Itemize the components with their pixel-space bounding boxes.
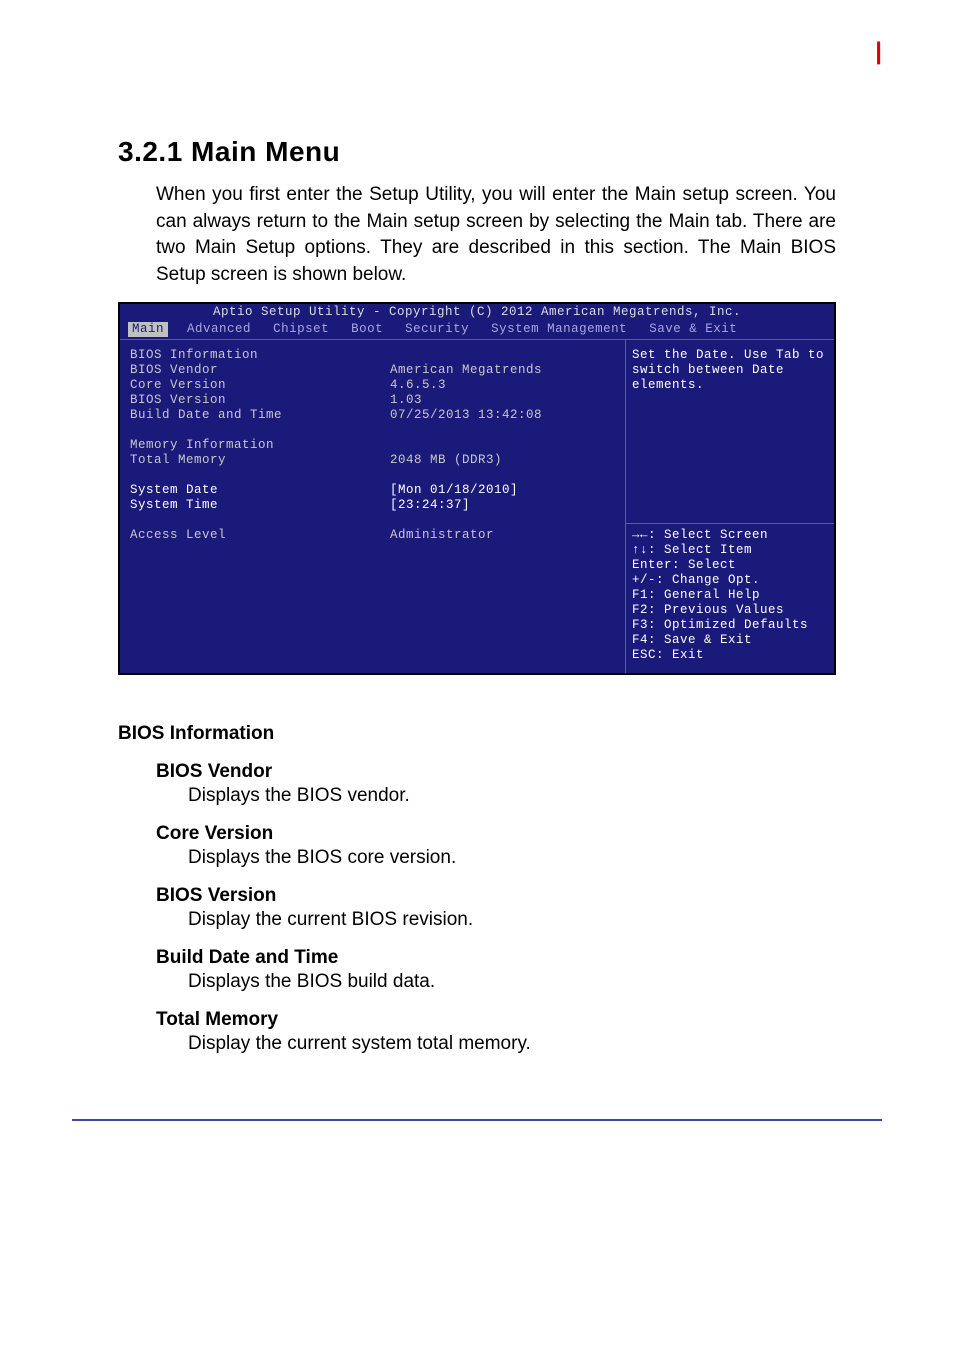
- bios-right-pane: Set the Date. Use Tab to switch between …: [626, 339, 834, 673]
- info-heading: BIOS Information: [118, 723, 954, 745]
- info-text: Display the current BIOS revision.: [188, 909, 836, 931]
- header-mark: |: [875, 38, 882, 66]
- bios-key-hint: →←: Select Screen: [632, 528, 830, 543]
- tab-security[interactable]: Security: [402, 322, 472, 337]
- info-subheading: BIOS Version: [156, 885, 954, 907]
- info-subheading: Build Date and Time: [156, 947, 954, 969]
- bios-key-hint: ↑↓: Select Item: [632, 543, 830, 558]
- tab-system-management[interactable]: System Management: [488, 322, 630, 337]
- tab-chipset[interactable]: Chipset: [270, 322, 332, 337]
- bios-value: 1.03: [390, 393, 422, 408]
- bios-key-hint: +/-: Change Opt.: [632, 573, 830, 588]
- tab-save-exit[interactable]: Save & Exit: [646, 322, 740, 337]
- bios-value: 2048 MB (DDR3): [390, 453, 502, 468]
- info-text: Display the current system total memory.: [188, 1033, 836, 1055]
- system-date-label[interactable]: System Date: [130, 483, 390, 498]
- bios-tab-bar: Main Advanced Chipset Boot Security Syst…: [120, 321, 834, 339]
- bios-key-hint: F3: Optimized Defaults: [632, 618, 830, 633]
- bios-value: 07/25/2013 13:42:08: [390, 408, 542, 423]
- bios-screenshot: Aptio Setup Utility - Copyright (C) 2012…: [118, 302, 836, 675]
- bios-key-hint: F4: Save & Exit: [632, 633, 830, 648]
- footer-rule: [72, 1119, 882, 1121]
- info-subheading: Total Memory: [156, 1009, 954, 1031]
- tab-boot[interactable]: Boot: [348, 322, 386, 337]
- bios-value: American Megatrends: [390, 363, 542, 378]
- bios-value: Administrator: [390, 528, 494, 543]
- bios-label: Build Date and Time: [130, 408, 390, 423]
- tab-main[interactable]: Main: [128, 322, 168, 337]
- bios-body: BIOS Information BIOS VendorAmerican Meg…: [120, 339, 834, 673]
- bios-label: Access Level: [130, 528, 390, 543]
- info-subheading: Core Version: [156, 823, 954, 845]
- bios-group-title: Memory Information: [130, 438, 390, 453]
- info-subheading: BIOS Vendor: [156, 761, 954, 783]
- info-text: Displays the BIOS core version.: [188, 847, 836, 869]
- bios-right-divider: [626, 523, 834, 524]
- bios-key-hint: ESC: Exit: [632, 648, 830, 663]
- info-text: Displays the BIOS vendor.: [188, 785, 836, 807]
- bios-key-hint: Enter: Select: [632, 558, 830, 573]
- header-region: |: [0, 0, 954, 60]
- info-text: Displays the BIOS build data.: [188, 971, 836, 993]
- intro-paragraph: When you first enter the Setup Utility, …: [156, 182, 836, 288]
- bios-value: 4.6.5.3: [390, 378, 446, 393]
- bios-group-title: BIOS Information: [130, 348, 390, 363]
- system-date-value[interactable]: [Mon 01/18/2010]: [390, 483, 518, 498]
- tab-advanced[interactable]: Advanced: [184, 322, 254, 337]
- bios-help-text: Set the Date. Use Tab to switch between …: [632, 348, 830, 393]
- bios-label: Total Memory: [130, 453, 390, 468]
- bios-label: BIOS Version: [130, 393, 390, 408]
- bios-label: BIOS Vendor: [130, 363, 390, 378]
- page: | 3.2.1 Main Menu When you first enter t…: [0, 0, 954, 1121]
- bios-key-hint: F2: Previous Values: [632, 603, 830, 618]
- bios-title-bar: Aptio Setup Utility - Copyright (C) 2012…: [120, 304, 834, 321]
- bios-label: Core Version: [130, 378, 390, 393]
- bios-left-pane: BIOS Information BIOS VendorAmerican Meg…: [120, 339, 626, 673]
- system-time-value[interactable]: [23:24:37]: [390, 498, 470, 513]
- section-title: 3.2.1 Main Menu: [118, 136, 954, 168]
- bios-key-hint: F1: General Help: [632, 588, 830, 603]
- system-time-label[interactable]: System Time: [130, 498, 390, 513]
